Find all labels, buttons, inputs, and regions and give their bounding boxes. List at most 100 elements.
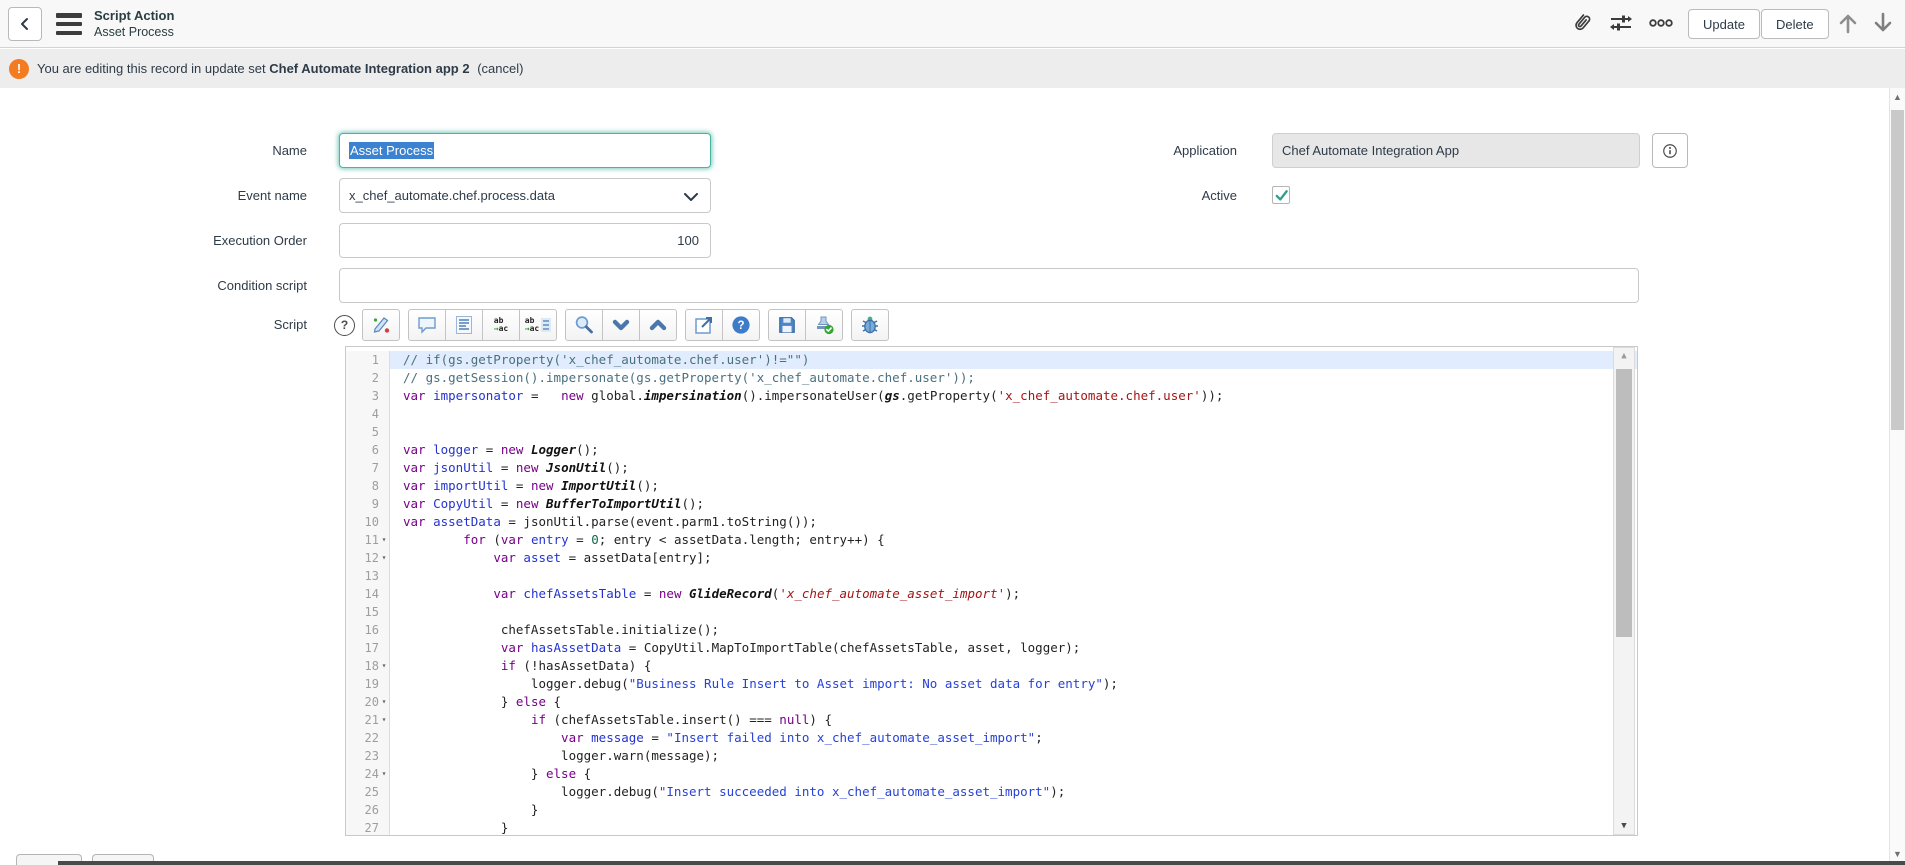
code-line[interactable]: 15	[346, 603, 1637, 621]
code-line[interactable]: 17 var hasAssetData = CopyUtil.MapToImpo…	[346, 639, 1637, 657]
script-help-button[interactable]: ?	[334, 315, 355, 336]
code-line[interactable]: 1// if(gs.getProperty('x_chef_automate.c…	[346, 351, 1637, 369]
line-number-gutter: 17	[346, 639, 390, 657]
update-set-notification: ! You are editing this record in update …	[0, 49, 1905, 88]
code-line[interactable]: 12▾ var asset = assetData[entry];	[346, 549, 1637, 567]
line-number-gutter: 10	[346, 513, 390, 531]
replace-icon: ab →ac	[494, 317, 508, 333]
format-document-button[interactable]	[445, 309, 483, 341]
find-previous-button[interactable]	[639, 309, 677, 341]
page-scrollbar-thumb[interactable]	[1891, 110, 1904, 430]
code-line[interactable]: 13	[346, 567, 1637, 585]
script-editor-toolbar: ?	[334, 309, 897, 341]
popout-icon	[693, 314, 715, 336]
code-line[interactable]: 3var impersonator = new global.impersina…	[346, 387, 1637, 405]
text-lines-icon	[454, 315, 474, 335]
execution-order-input[interactable]: 100	[339, 223, 711, 258]
editor-help-button[interactable]: ?	[722, 309, 760, 341]
condition-script-input[interactable]	[339, 268, 1639, 303]
code-line[interactable]: 21▾ if (chefAssetsTable.insert() === nul…	[346, 711, 1637, 729]
line-number-gutter: 24▾	[346, 765, 390, 783]
code-line[interactable]: 9var CopyUtil = new BufferToImportUtil()…	[346, 495, 1637, 513]
editor-scroll-down-icon[interactable]: ▼	[1614, 821, 1634, 831]
event-name-select[interactable]: x_chef_automate.chef.process.data	[339, 178, 711, 213]
line-number-gutter: 8	[346, 477, 390, 495]
code-line[interactable]: 7var jsonUtil = new JsonUtil();	[346, 459, 1637, 477]
ellipsis-icon	[1648, 17, 1674, 29]
open-in-editor-button[interactable]	[685, 309, 723, 341]
event-name-label: Event name	[60, 178, 307, 213]
fold-arrow-icon[interactable]: ▾	[379, 693, 389, 711]
code-line[interactable]: 14 var chefAssetsTable = new GlideRecord…	[346, 585, 1637, 603]
code-line[interactable]: 23 logger.warn(message);	[346, 747, 1637, 765]
update-set-name: Chef Automate Integration app 2	[269, 61, 469, 76]
code-line[interactable]: 5	[346, 423, 1637, 441]
fold-arrow-icon[interactable]: ▾	[379, 657, 389, 675]
active-checkbox[interactable]	[1272, 186, 1290, 204]
format-code-button[interactable]	[362, 309, 400, 341]
line-number-gutter: 13	[346, 567, 390, 585]
editor-scrollbar-thumb[interactable]	[1616, 369, 1632, 637]
editor-scroll-up-icon[interactable]: ▲	[1614, 351, 1634, 361]
replace-all-button[interactable]: ab →ac	[519, 309, 557, 341]
code-line[interactable]: 20▾ } else {	[346, 693, 1637, 711]
code-line[interactable]: 16 chefAssetsTable.initialize();	[346, 621, 1637, 639]
line-number-gutter: 16	[346, 621, 390, 639]
code-line[interactable]: 27 }	[346, 819, 1637, 836]
sliders-icon	[1608, 11, 1634, 35]
code-line[interactable]: 10var assetData = jsonUtil.parse(event.p…	[346, 513, 1637, 531]
page-scroll-down-icon[interactable]: ▼	[1890, 849, 1905, 859]
line-number-gutter: 6	[346, 441, 390, 459]
name-input[interactable]: Asset Process	[339, 133, 711, 168]
replace-button[interactable]: ab →ac	[482, 309, 520, 341]
bug-icon	[859, 314, 881, 336]
application-info-button[interactable]	[1652, 133, 1688, 168]
code-line[interactable]: 11▾ for (var entry = 0; entry < assetDat…	[346, 531, 1637, 549]
back-button[interactable]	[8, 7, 42, 41]
page-scrollbar[interactable]: ▲ ▼	[1889, 88, 1905, 865]
code-line[interactable]: 6var logger = new Logger();	[346, 441, 1637, 459]
code-line[interactable]: 4	[346, 405, 1637, 423]
code-line[interactable]: 8var importUtil = new ImportUtil();	[346, 477, 1637, 495]
code-line[interactable]: 22 var message = "Insert failed into x_c…	[346, 729, 1637, 747]
code-line[interactable]: 25 logger.debug("Insert succeeded into x…	[346, 783, 1637, 801]
application-value: Chef Automate Integration App	[1282, 143, 1459, 158]
code-lines: 1// if(gs.getProperty('x_chef_automate.c…	[346, 347, 1637, 836]
window-edge-bar	[58, 861, 1905, 865]
page-scroll-up-icon[interactable]: ▲	[1890, 92, 1905, 102]
line-number-gutter: 11▾	[346, 531, 390, 549]
selected-text: Asset Process	[349, 142, 434, 159]
line-number-gutter: 20▾	[346, 693, 390, 711]
editor-scrollbar[interactable]: ▲ ▼	[1613, 347, 1635, 835]
name-label: Name	[60, 133, 307, 168]
format-code-icon	[370, 314, 392, 336]
delete-button[interactable]: Delete	[1761, 9, 1829, 39]
code-line[interactable]: 2// gs.getSession().impersonate(gs.getPr…	[346, 369, 1637, 387]
syntax-check-button[interactable]	[805, 309, 843, 341]
search-button[interactable]	[565, 309, 603, 341]
code-line[interactable]: 24▾ } else {	[346, 765, 1637, 783]
code-line[interactable]: 18▾ if (!hasAssetData) {	[346, 657, 1637, 675]
more-options-button[interactable]	[1646, 8, 1676, 38]
cancel-link[interactable]: (cancel)	[477, 61, 523, 76]
context-menu-icon[interactable]	[56, 13, 82, 35]
previous-record-button[interactable]	[1833, 8, 1863, 38]
update-button[interactable]: Update	[1688, 9, 1760, 39]
debug-button[interactable]	[851, 309, 889, 341]
toggle-comment-button[interactable]	[408, 309, 446, 341]
find-next-button[interactable]	[602, 309, 640, 341]
line-number-gutter: 1	[346, 351, 390, 369]
fold-arrow-icon[interactable]: ▾	[379, 711, 389, 729]
fold-arrow-icon[interactable]: ▾	[379, 531, 389, 549]
next-record-button[interactable]	[1868, 8, 1898, 38]
line-number-gutter: 3	[346, 387, 390, 405]
attachment-button[interactable]	[1567, 8, 1597, 38]
code-line[interactable]: 26 }	[346, 801, 1637, 819]
fold-arrow-icon[interactable]: ▾	[379, 549, 389, 567]
script-label: Script	[60, 309, 307, 341]
code-line[interactable]: 19 logger.debug("Business Rule Insert to…	[346, 675, 1637, 693]
save-button[interactable]	[768, 309, 806, 341]
fold-arrow-icon[interactable]: ▾	[379, 765, 389, 783]
personalize-form-button[interactable]	[1606, 8, 1636, 38]
script-editor[interactable]: 1// if(gs.getProperty('x_chef_automate.c…	[345, 346, 1638, 836]
